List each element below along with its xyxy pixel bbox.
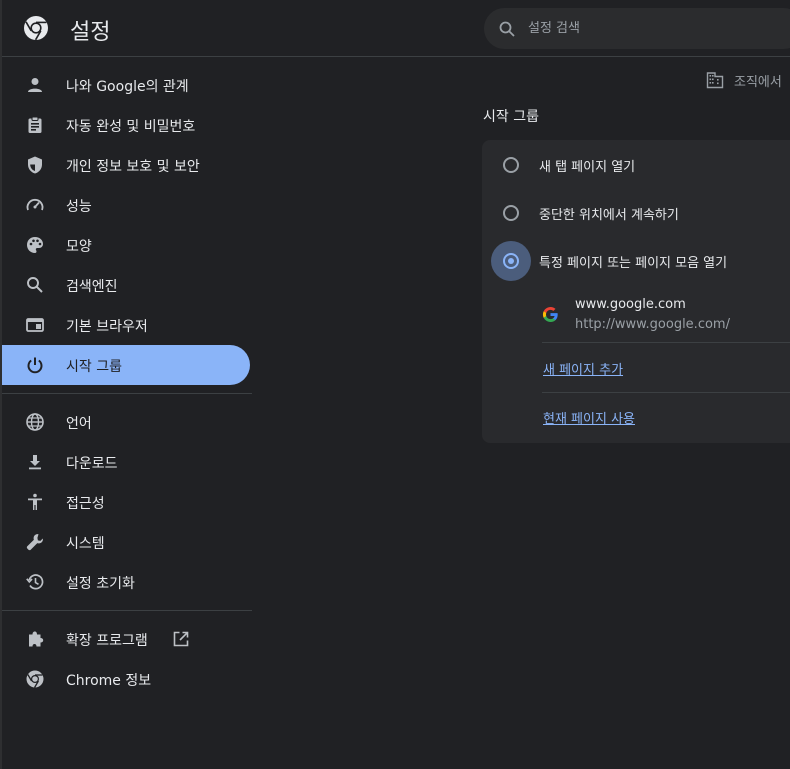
radio-continue-where-left-off[interactable]: 중단한 위치에서 계속하기	[482, 193, 790, 233]
settings-header: 설정	[2, 0, 790, 57]
download-icon	[29, 455, 41, 470]
radio-open-new-tab[interactable]: 새 탭 페이지 열기	[482, 145, 790, 185]
sidebar-item-extensions[interactable]: 확장 프로그램	[2, 619, 250, 659]
sidebar-item-label: 시스템	[66, 536, 105, 552]
sidebar-item-privacy[interactable]: 개인 정보 보호 및 보안	[2, 145, 250, 185]
chrome-logo-icon	[24, 16, 48, 41]
managed-by-organization-notice[interactable]: 조직에서	[706, 70, 782, 90]
card-divider	[542, 392, 790, 393]
sidebar: 나와 Google의 관계 자동 완성 및 비밀번호 개인 정보 보호 및 보안…	[2, 57, 252, 769]
add-new-page-link[interactable]: 새 페이지 추가	[543, 359, 623, 378]
clipboard-icon	[28, 116, 42, 133]
startup-page-entry[interactable]: www.google.com http://www.google.com/	[540, 296, 790, 342]
card-divider	[542, 342, 790, 343]
startup-options-card: 새 탭 페이지 열기 중단한 위치에서 계속하기 특정 페이지 또는 페이지 모…	[482, 140, 790, 443]
sidebar-item-label: 모양	[66, 239, 92, 255]
sidebar-item-label: 기본 브라우저	[66, 319, 148, 335]
sidebar-item-label: 나와 Google의 관계	[66, 79, 189, 95]
wrench-icon	[26, 534, 43, 551]
palette-icon	[27, 237, 43, 253]
puzzle-icon	[29, 631, 44, 647]
startup-page-url: http://www.google.com/	[575, 317, 730, 332]
radio-button[interactable]	[503, 157, 519, 173]
sidebar-item-default-browser[interactable]: 기본 브라우저	[2, 305, 250, 345]
managed-notice-text: 조직에서	[734, 74, 782, 90]
sidebar-item-about-chrome[interactable]: Chrome 정보	[2, 659, 250, 699]
radio-label: 새 탭 페이지 열기	[539, 160, 636, 175]
section-title: 시작 그룹	[483, 109, 539, 125]
shield-icon	[28, 156, 42, 174]
google-g-icon	[542, 306, 558, 323]
sidebar-item-appearance[interactable]: 모양	[2, 225, 250, 265]
startup-page-name: www.google.com	[575, 297, 686, 312]
radio-selected-dot	[508, 258, 514, 264]
building-icon	[706, 72, 724, 89]
search-icon	[499, 21, 515, 37]
sidebar-item-label: 개인 정보 보호 및 보안	[66, 159, 200, 175]
sidebar-item-label: 확장 프로그램	[66, 633, 148, 649]
radio-button[interactable]	[503, 205, 519, 221]
sidebar-item-accessibility[interactable]: 접근성	[2, 482, 250, 522]
sidebar-item-label: 자동 완성 및 비밀번호	[66, 119, 196, 135]
sidebar-item-reset[interactable]: 설정 초기화	[2, 562, 250, 602]
sidebar-item-label: 언어	[66, 416, 92, 432]
person-icon	[28, 78, 42, 92]
globe-icon	[26, 413, 44, 431]
sidebar-item-label: 검색엔진	[66, 279, 118, 295]
search-icon	[27, 277, 43, 293]
sidebar-item-on-startup[interactable]: 시작 그룹	[2, 345, 250, 385]
radio-button[interactable]	[503, 253, 519, 269]
history-icon	[26, 574, 44, 590]
sidebar-item-label: 설정 초기화	[66, 576, 135, 592]
sidebar-item-downloads[interactable]: 다운로드	[2, 442, 250, 482]
sidebar-divider	[2, 610, 252, 611]
browser-window-icon	[26, 318, 44, 332]
speedometer-icon	[26, 198, 44, 211]
sidebar-item-search-engine[interactable]: 검색엔진	[2, 265, 250, 305]
chrome-logo-icon	[26, 670, 44, 688]
search-input[interactable]	[528, 16, 768, 40]
sidebar-item-languages[interactable]: 언어	[2, 402, 250, 442]
accessibility-icon	[28, 493, 42, 510]
sidebar-item-label: 접근성	[66, 496, 105, 512]
sidebar-item-label: Chrome 정보	[66, 673, 152, 689]
open-in-new-icon	[173, 631, 189, 647]
sidebar-item-performance[interactable]: 성능	[2, 185, 250, 225]
sidebar-divider	[2, 393, 252, 394]
use-current-pages-link[interactable]: 현재 페이지 사용	[543, 408, 635, 427]
sidebar-item-autofill[interactable]: 자동 완성 및 비밀번호	[2, 105, 250, 145]
sidebar-item-label: 시작 그룹	[66, 359, 122, 375]
sidebar-item-you-and-google[interactable]: 나와 Google의 관계	[2, 65, 250, 105]
radio-label: 특정 페이지 또는 페이지 모음 열기	[539, 256, 728, 271]
sidebar-item-label: 다운로드	[66, 456, 118, 472]
search-box[interactable]	[484, 8, 790, 49]
sidebar-item-label: 성능	[66, 199, 92, 215]
radio-label: 중단한 위치에서 계속하기	[539, 208, 679, 223]
page-title: 설정	[70, 20, 111, 45]
power-icon	[27, 357, 43, 374]
radio-open-specific-pages[interactable]: 특정 페이지 또는 페이지 모음 열기	[482, 241, 790, 281]
sidebar-item-system[interactable]: 시스템	[2, 522, 250, 562]
